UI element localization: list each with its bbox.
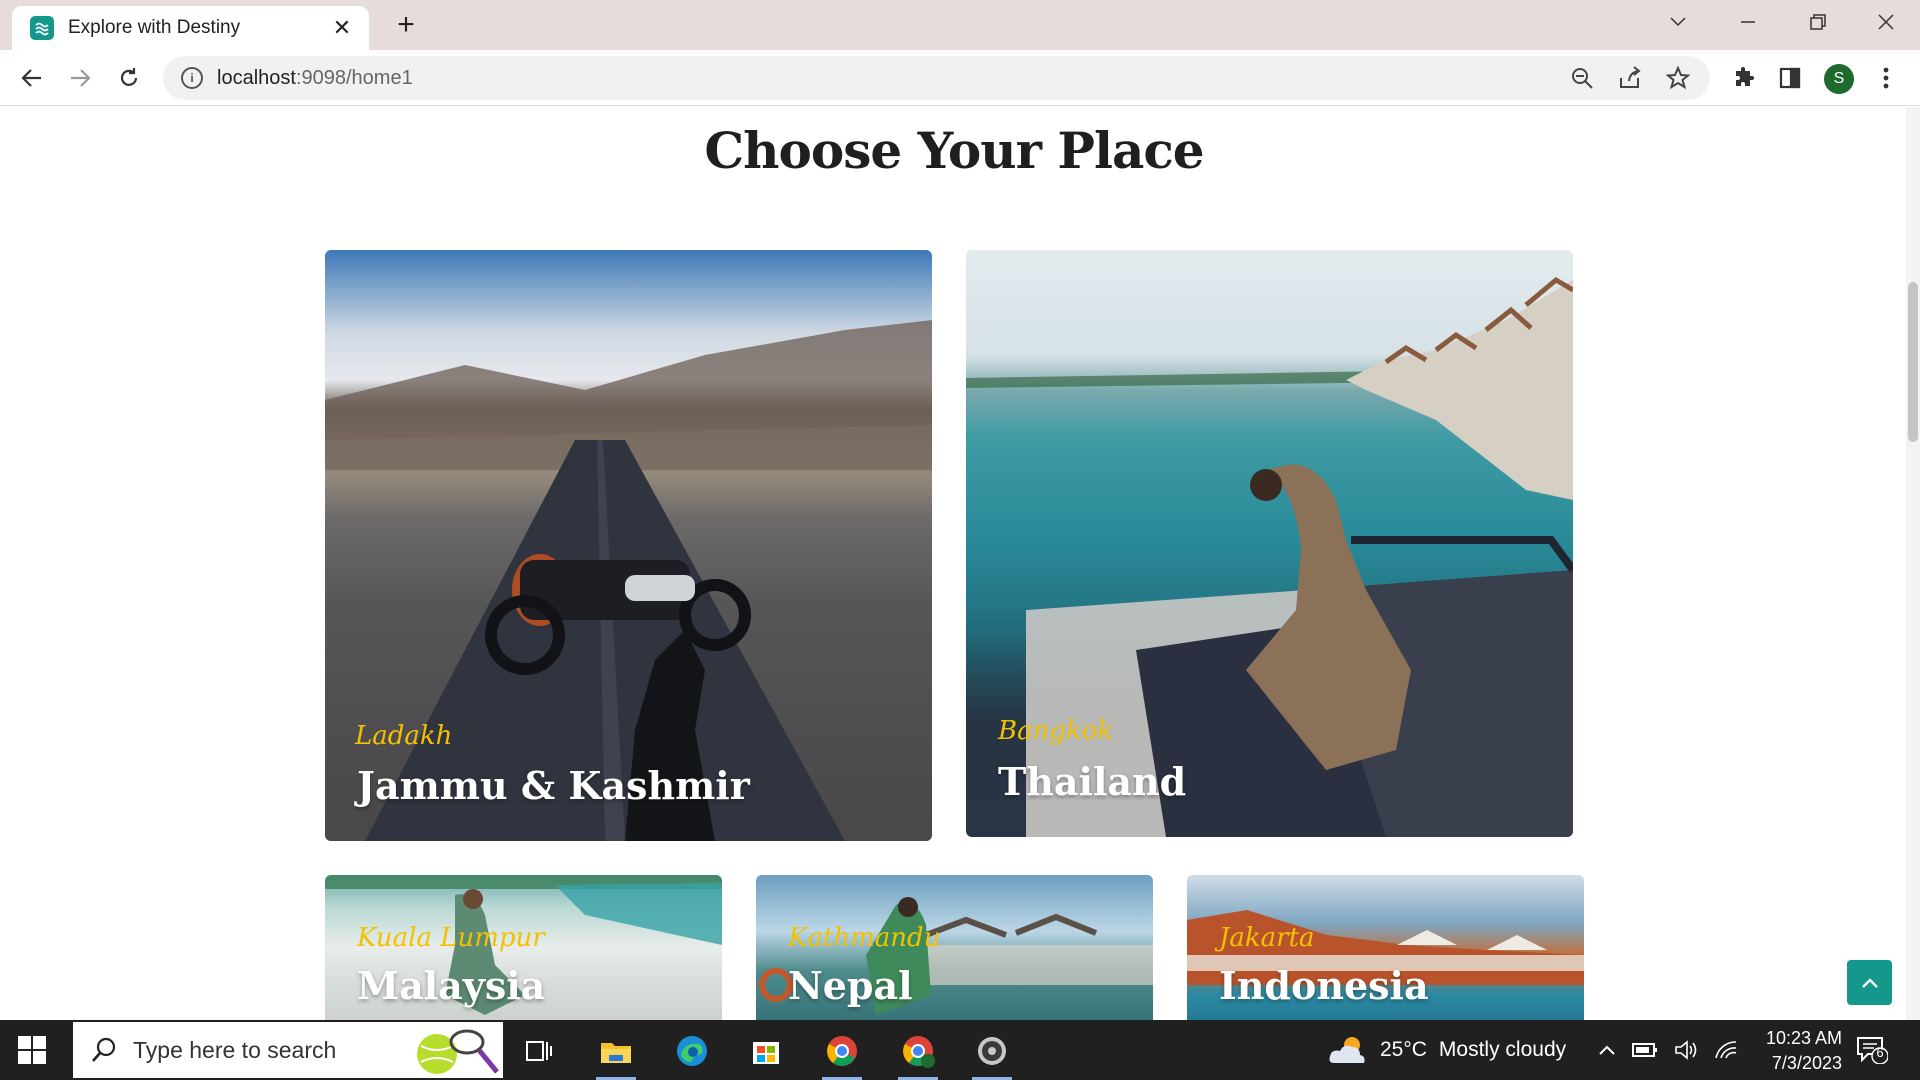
url-path: :9098/home1	[295, 66, 413, 89]
address-bar[interactable]: i localhost :9098/home1	[163, 56, 1710, 100]
close-window-button[interactable]	[1856, 6, 1916, 38]
destination-card-thailand[interactable]: Bangkok Thailand	[966, 250, 1573, 837]
share-icon[interactable]	[1618, 66, 1642, 90]
taskbar-search-input[interactable]: Type here to search	[73, 1022, 503, 1078]
extensions-icon[interactable]	[1728, 62, 1760, 94]
windows-taskbar: Type here to search 25°C Mostly cloudy 1…	[0, 1020, 1920, 1080]
site-favicon-icon	[30, 16, 54, 40]
tab-title: Explore with Destiny	[68, 17, 241, 38]
card-photo-road-motorcycle	[325, 320, 932, 841]
volume-icon[interactable]	[1674, 1040, 1698, 1060]
chevron-up-icon	[1861, 977, 1878, 988]
side-panel-icon[interactable]	[1774, 62, 1806, 94]
windows-start-icon[interactable]	[18, 1036, 46, 1064]
weather-description: Mostly cloudy	[1438, 1038, 1567, 1061]
weather-widget[interactable]: 25°C Mostly cloudy	[1328, 1020, 1566, 1080]
site-info-icon[interactable]: i	[181, 67, 203, 89]
reload-button[interactable]	[113, 62, 145, 94]
tennis-search-highlight-icon	[417, 1029, 499, 1074]
notification-center-icon[interactable]: 6	[1856, 1036, 1889, 1065]
card-subtitle: Ladakh	[355, 721, 453, 751]
clock-date: 7/3/2023	[1771, 1053, 1842, 1073]
chrome-icon[interactable]	[814, 1028, 870, 1080]
scrollbar-thumb[interactable]	[1908, 282, 1918, 442]
system-clock[interactable]: 10:23 AM 7/3/2023	[1732, 1026, 1842, 1076]
page-title: Choose Your Place	[704, 121, 1204, 180]
browser-toolbar: i localhost :9098/home1 S	[0, 50, 1920, 106]
show-hidden-icons-chevron-up-icon[interactable]	[1598, 1044, 1616, 1056]
new-tab-button[interactable]: +	[390, 10, 422, 40]
card-title: Indonesia	[1219, 963, 1429, 1008]
cloudy-weather-icon	[1329, 1037, 1365, 1063]
browser-menu-icon[interactable]	[1870, 62, 1902, 94]
destination-card-jammu-kashmir[interactable]: Ladakh Jammu & Kashmir	[325, 250, 932, 841]
forward-button[interactable]	[64, 62, 96, 94]
card-subtitle: Kuala Lumpur	[357, 923, 545, 953]
browser-tabbar: Explore with Destiny ✕ +	[0, 0, 1920, 50]
system-tray	[1598, 1020, 1738, 1080]
back-to-top-button[interactable]	[1847, 960, 1892, 1005]
clock-time: 10:23 AM	[1765, 1028, 1842, 1048]
destination-card-nepal[interactable]: Kathmandu Nepal	[756, 875, 1153, 1020]
destination-card-malaysia[interactable]: Kuala Lumpur Malaysia	[325, 875, 722, 1020]
url-host: localhost	[217, 66, 296, 89]
tab-close-icon[interactable]: ✕	[329, 15, 355, 41]
card-title: Nepal	[788, 963, 913, 1008]
search-placeholder: Type here to search	[133, 1036, 337, 1063]
minimize-button[interactable]	[1718, 6, 1778, 38]
microsoft-store-icon[interactable]	[738, 1028, 794, 1074]
card-subtitle: Bangkok	[998, 716, 1114, 746]
search-icon	[92, 1037, 116, 1062]
chrome-profile-icon[interactable]	[890, 1028, 946, 1080]
task-view-icon[interactable]	[511, 1028, 567, 1074]
settings-gear-icon[interactable]	[964, 1028, 1020, 1080]
page-content: Choose Your Place Ladakh Jammu & Kashmir	[0, 107, 1920, 1020]
card-title: Jammu & Kashmir	[357, 763, 750, 808]
back-button[interactable]	[16, 62, 48, 94]
zoom-icon[interactable]	[1570, 66, 1594, 90]
browser-tab[interactable]: Explore with Destiny ✕	[12, 6, 369, 50]
destination-card-indonesia[interactable]: Jakarta Indonesia	[1187, 875, 1584, 1020]
tab-search-icon[interactable]	[1648, 6, 1708, 38]
edge-browser-icon[interactable]	[664, 1028, 720, 1074]
card-subtitle: Kathmandu	[788, 923, 941, 953]
restore-button[interactable]	[1788, 6, 1848, 38]
card-title: Malaysia	[357, 963, 546, 1008]
card-title: Thailand	[998, 759, 1187, 804]
page-scrollbar[interactable]	[1906, 107, 1920, 1020]
card-subtitle: Jakarta	[1219, 923, 1315, 953]
file-explorer-icon[interactable]	[588, 1028, 644, 1080]
bookmark-star-icon[interactable]	[1666, 66, 1690, 90]
card-photo-water-villa	[966, 276, 1573, 837]
weather-temperature: 25°C	[1380, 1038, 1427, 1061]
profile-avatar[interactable]: S	[1824, 64, 1854, 94]
battery-icon[interactable]	[1632, 1042, 1658, 1058]
notification-count-badge: 6	[1876, 1045, 1884, 1060]
